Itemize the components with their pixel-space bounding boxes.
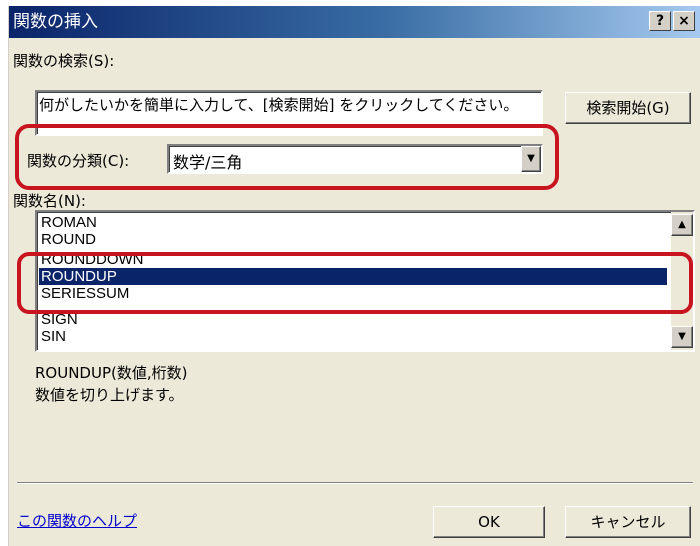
scroll-up-icon[interactable]: ▲	[671, 214, 693, 236]
ok-button[interactable]: OK	[433, 506, 545, 538]
scroll-down-icon[interactable]: ▼	[671, 326, 693, 348]
footer-divider	[17, 482, 693, 484]
title-bar[interactable]: 関数の挿入 ? ×	[9, 6, 700, 38]
function-syntax: ROUNDUP(数値,桁数)	[35, 364, 188, 382]
list-item[interactable]: SIN	[39, 328, 667, 345]
function-description: 数値を切り上げます。	[35, 386, 184, 404]
dialog-title: 関数の挿入	[13, 12, 98, 32]
function-highlight-outline	[17, 252, 693, 314]
close-button[interactable]: ×	[673, 11, 695, 31]
category-highlight-outline	[15, 124, 559, 190]
search-start-button[interactable]: 検索開始(G)	[565, 92, 691, 124]
cancel-button[interactable]: キャンセル	[565, 506, 691, 538]
help-button[interactable]: ?	[649, 11, 671, 31]
list-item[interactable]: ROUND	[39, 231, 667, 248]
function-help-link[interactable]: この関数のヘルプ	[17, 510, 137, 531]
function-list-label: 関数名(N):	[13, 192, 86, 210]
insert-function-dialog: 関数の挿入 ? × 関数の検索(S): 何がしたいかを簡単に入力して、[検索開始…	[8, 6, 700, 546]
search-input-text: 何がしたいかを簡単に入力して、[検索開始] をクリックしてください。	[39, 96, 519, 114]
search-label: 関数の検索(S):	[13, 52, 115, 70]
list-item[interactable]: ROMAN	[39, 214, 667, 231]
